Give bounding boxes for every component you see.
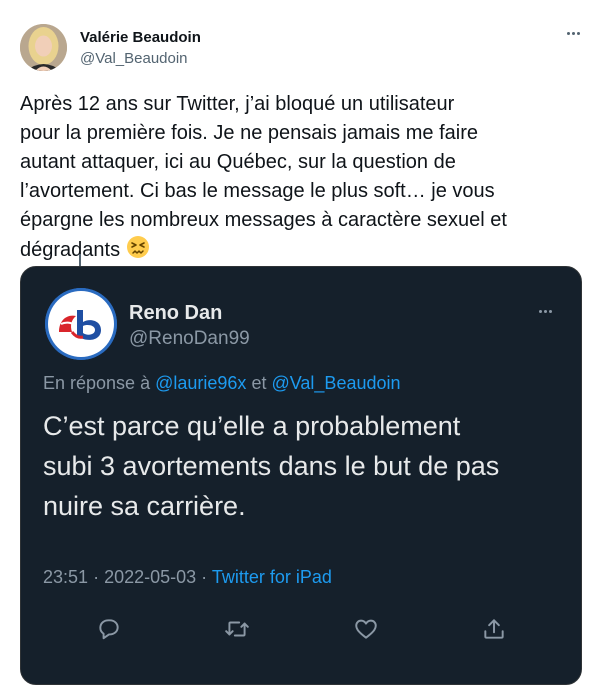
quoted-author-avatar[interactable] bbox=[45, 288, 117, 360]
reply-icon[interactable] bbox=[93, 613, 125, 645]
reply-prefix: En réponse à bbox=[43, 373, 151, 393]
tweet-text-content: Après 12 ans sur Twitter, j’ai bloqué un… bbox=[20, 93, 507, 261]
quoted-more-icon[interactable] bbox=[534, 305, 558, 319]
quoted-author-handle[interactable]: @RenoDan99 bbox=[129, 328, 250, 350]
tweet: Valérie Beaudoin @Val_Beaudoin Après 12 … bbox=[0, 0, 600, 698]
mention-laurie96x[interactable]: @laurie96x bbox=[155, 373, 246, 393]
quoted-tweet-card[interactable]: Reno Dan @RenoDan99 En réponse à @laurie… bbox=[20, 266, 582, 685]
tweet-source[interactable]: Twitter for iPad bbox=[212, 567, 332, 587]
author-name[interactable]: Valérie Beaudoin bbox=[80, 29, 201, 46]
like-icon[interactable] bbox=[350, 613, 382, 645]
tweet-actions bbox=[21, 613, 581, 647]
reply-context: En réponse à @laurie96x et @Val_Beaudoin bbox=[43, 373, 401, 394]
author-handle[interactable]: @Val_Beaudoin bbox=[80, 50, 188, 67]
more-icon[interactable] bbox=[562, 27, 586, 41]
tweet-date[interactable]: 2022-05-03 bbox=[104, 567, 196, 587]
author-avatar[interactable] bbox=[20, 24, 67, 71]
persevering-face-emoji bbox=[126, 235, 150, 268]
mention-val-beaudoin[interactable]: @Val_Beaudoin bbox=[271, 373, 400, 393]
reply-joiner: et bbox=[251, 373, 267, 393]
share-icon[interactable] bbox=[478, 613, 510, 645]
quoted-tweet-text: C’est parce qu’elle a probablement subi … bbox=[43, 411, 500, 521]
meta-separator: · bbox=[93, 567, 100, 587]
tweet-text: Après 12 ans sur Twitter, j’ai bloqué un… bbox=[20, 90, 580, 268]
retweet-icon[interactable] bbox=[221, 613, 253, 645]
tweet-time[interactable]: 23:51 bbox=[43, 567, 88, 587]
quoted-tweet-meta: 23:51 · 2022-05-03 · Twitter for iPad bbox=[43, 567, 332, 588]
quoted-author-name[interactable]: Reno Dan bbox=[129, 302, 222, 325]
meta-separator: · bbox=[201, 567, 208, 587]
